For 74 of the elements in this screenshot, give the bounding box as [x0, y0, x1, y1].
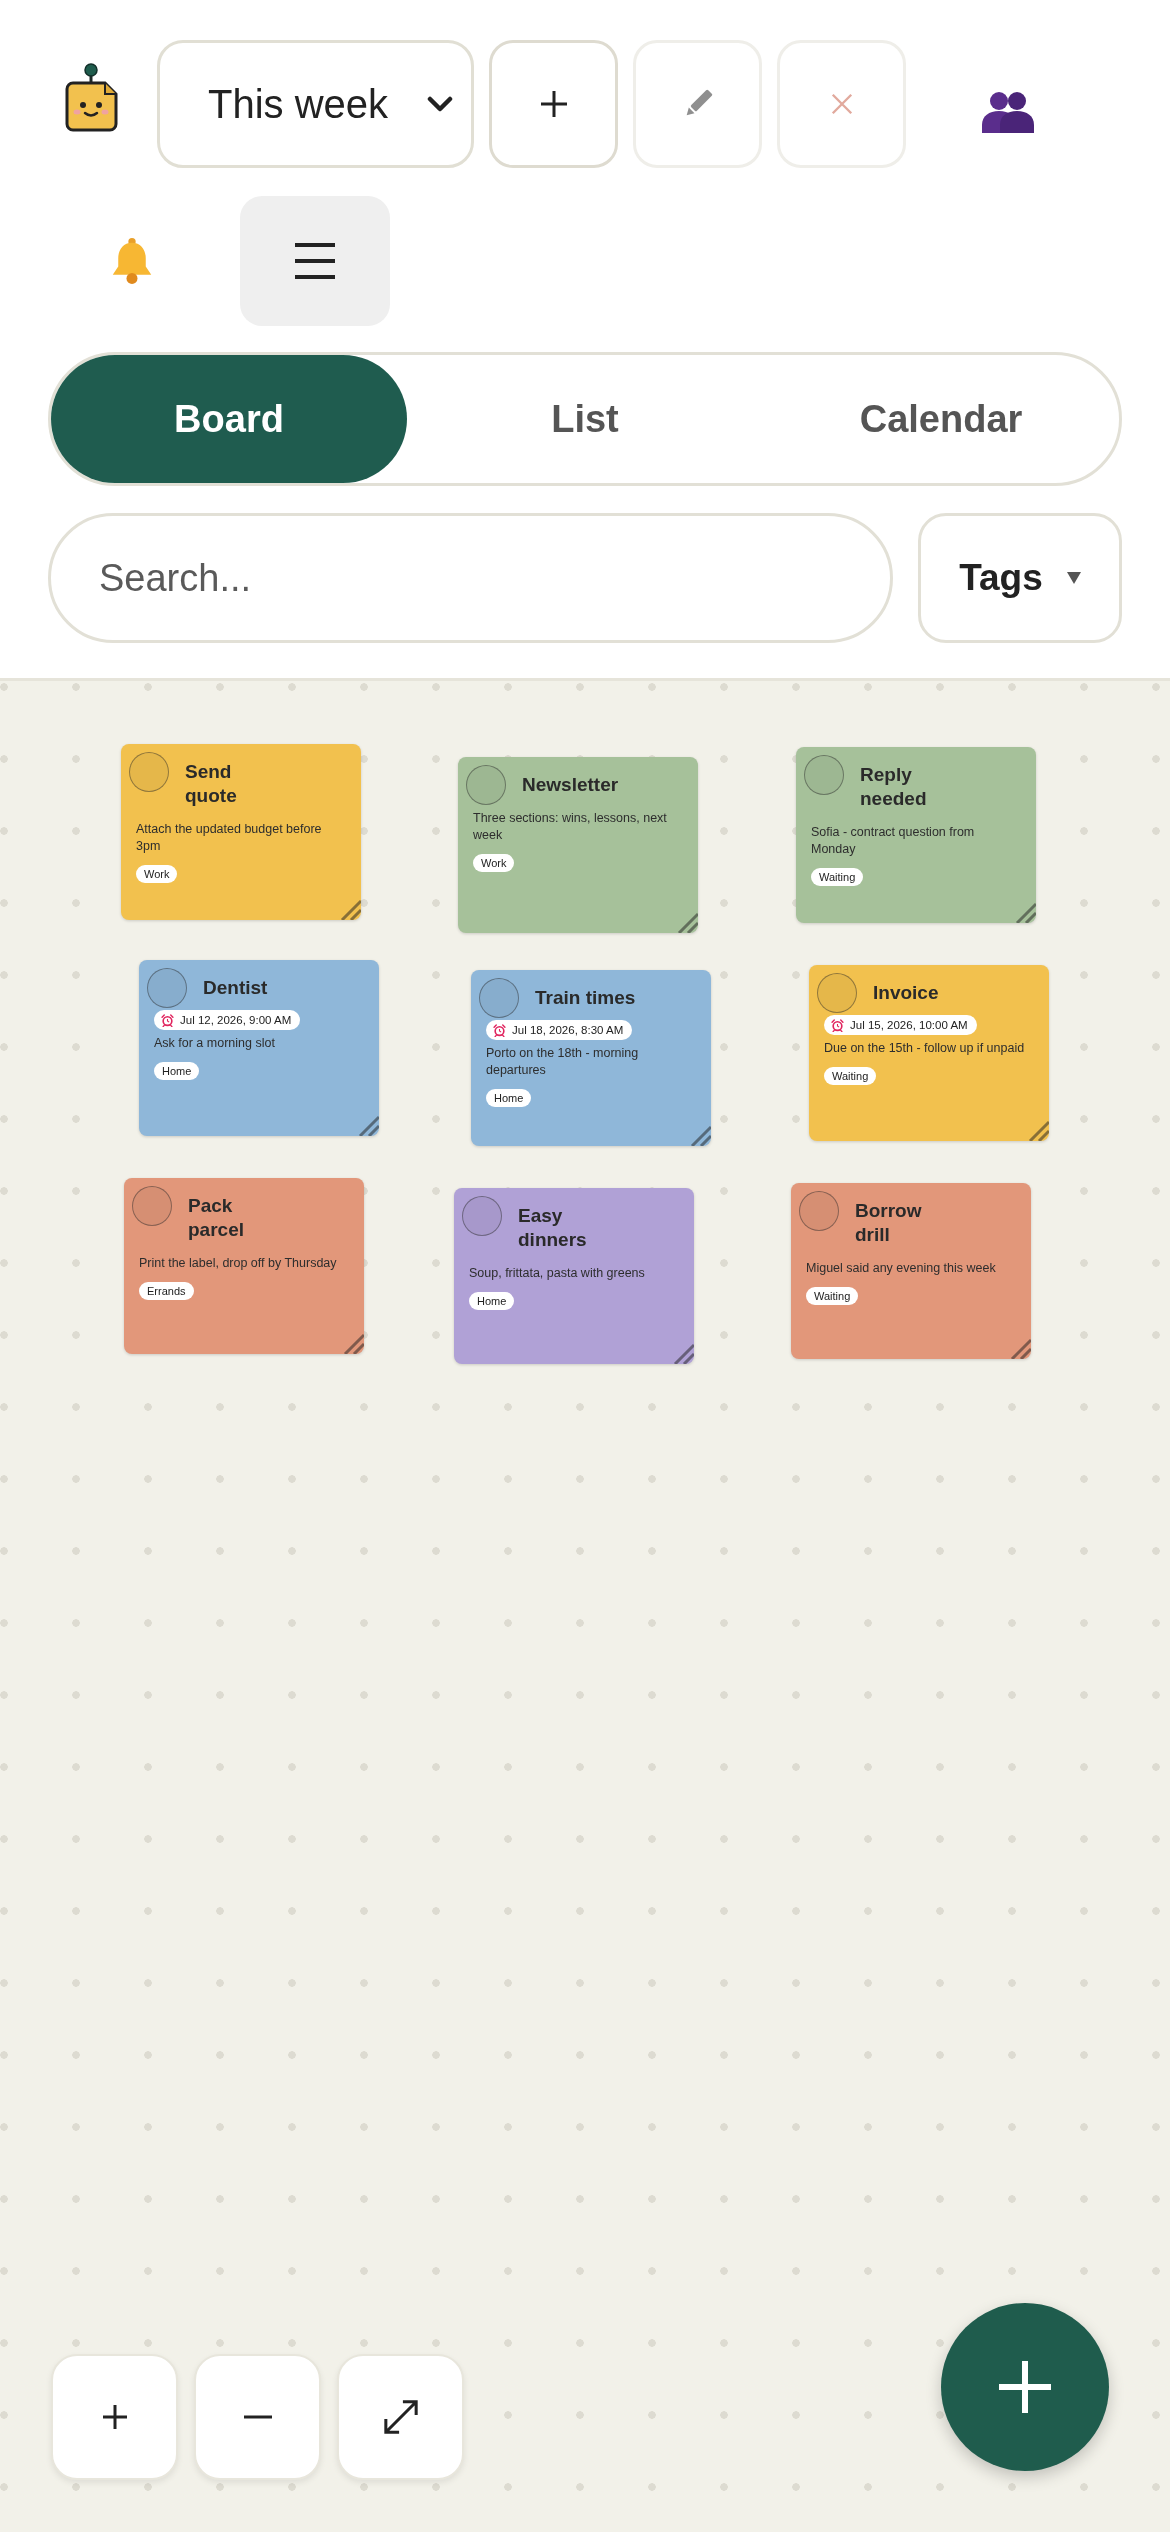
fit-view-button[interactable]	[337, 2354, 464, 2480]
view-tab[interactable]: Calendar	[763, 355, 1119, 483]
note-text: Due on the 15th - follow up if unpaid	[824, 1040, 1026, 1057]
reminder-date: Jul 18, 2026, 8:30 AM	[512, 1023, 624, 1037]
menu-button[interactable]	[240, 196, 390, 326]
zoom-out-button[interactable]	[194, 2354, 321, 2480]
bell-icon[interactable]	[110, 237, 154, 285]
board-select[interactable]: This week	[157, 40, 474, 168]
sticky-note[interactable]: Train times Jul 18, 2026, 8:30 AM Porto on the 18th - morning departures Home	[471, 970, 711, 1146]
tag-chip: Work	[136, 865, 178, 883]
note-text: Attach the updated budget before 3pm	[136, 821, 323, 855]
search-field[interactable]: Search...	[48, 513, 893, 643]
tag-chip: Waiting	[806, 1287, 859, 1305]
note-text: Miguel said any evening this week	[806, 1260, 997, 1277]
reminder-date: Jul 15, 2026, 10:00 AM	[850, 1018, 968, 1032]
note-text: Porto on the 18th - morning departures	[486, 1045, 640, 1079]
tag-chip: Home	[154, 1062, 200, 1080]
sticky-note[interactable]: Pack parcel Print the label, drop off by Thursday Errands	[124, 1178, 364, 1354]
complete-checkbox[interactable]	[147, 968, 187, 1008]
menu-icon	[295, 242, 335, 280]
note-title: Send quote	[185, 760, 237, 808]
note-title: Reply needed	[860, 763, 927, 811]
note-title: Newsletter	[522, 773, 619, 797]
sticky-note[interactable]: Send quote Attach the updated budget before 3pm Work	[121, 744, 361, 920]
plus-icon	[538, 89, 569, 119]
complete-checkbox[interactable]	[479, 978, 519, 1018]
tag-chip: Waiting	[811, 868, 864, 886]
tag-chip: Waiting	[824, 1067, 877, 1085]
note-title: Borrow drill	[855, 1199, 922, 1247]
close-icon	[829, 92, 854, 116]
complete-checkbox[interactable]	[462, 1196, 502, 1236]
note-text: Print the label, drop off by Thursday	[139, 1255, 338, 1272]
complete-checkbox[interactable]	[799, 1191, 839, 1231]
sticky-note[interactable]: Invoice Jul 15, 2026, 10:00 AM Due on the 15th - follow up if unpaid Waiting	[809, 965, 1049, 1141]
note-title: Train times	[535, 986, 636, 1010]
note-title: Dentist	[203, 976, 268, 1000]
plus-icon	[100, 2403, 129, 2431]
sticky-note[interactable]: Easy dinners Soup, frittata, pasta with greens Home	[454, 1188, 694, 1364]
plus-icon	[997, 2359, 1053, 2415]
minus-icon	[243, 2415, 272, 2419]
tag-chip: Errands	[139, 1282, 194, 1300]
people-icon[interactable]	[980, 89, 1036, 133]
reminder-date: Jul 12, 2026, 9:00 AM	[180, 1013, 292, 1027]
app-logo-icon	[63, 62, 119, 132]
complete-checkbox[interactable]	[466, 765, 506, 805]
expand-icon	[382, 2399, 419, 2435]
sticky-note[interactable]: Borrow drill Miguel said any evening this week Waiting	[791, 1183, 1031, 1359]
complete-checkbox[interactable]	[129, 752, 169, 792]
note-title: Invoice	[873, 981, 939, 1005]
alarm-clock-icon	[161, 1013, 174, 1027]
zoom-in-button[interactable]	[51, 2354, 178, 2480]
view-tab[interactable]: Board	[51, 355, 407, 483]
note-title: Easy dinners	[518, 1204, 587, 1252]
complete-checkbox[interactable]	[804, 755, 844, 795]
chevron-down-icon	[427, 95, 453, 113]
view-tab[interactable]: List	[407, 355, 763, 483]
tag-chip: Home	[469, 1292, 515, 1310]
caret-down-icon	[1066, 572, 1081, 584]
note-text: Soup, frittata, pasta with greens	[469, 1265, 646, 1282]
tag-chip: Work	[473, 854, 515, 872]
note-title: Pack parcel	[188, 1194, 244, 1242]
note-text: Ask for a morning slot	[154, 1035, 276, 1052]
sticky-note[interactable]: Newsletter Three sections: wins, lessons, next week Work	[458, 757, 698, 933]
complete-checkbox[interactable]	[132, 1186, 172, 1226]
complete-checkbox[interactable]	[817, 973, 857, 1013]
add-button[interactable]	[489, 40, 618, 168]
alarm-clock-icon	[831, 1018, 844, 1032]
tags-filter-button[interactable]: Tags	[918, 513, 1122, 643]
note-text: Three sections: wins, lessons, next week	[473, 810, 668, 844]
tag-chip: Home	[486, 1089, 532, 1107]
sticky-note[interactable]: Reply needed Sofia - contract question from Monday Waiting	[796, 747, 1036, 923]
sticky-note[interactable]: Dentist Jul 12, 2026, 9:00 AM Ask for a morning slot Home	[139, 960, 379, 1136]
alarm-clock-icon	[493, 1023, 506, 1037]
note-text: Sofia - contract question from Monday	[811, 824, 976, 858]
